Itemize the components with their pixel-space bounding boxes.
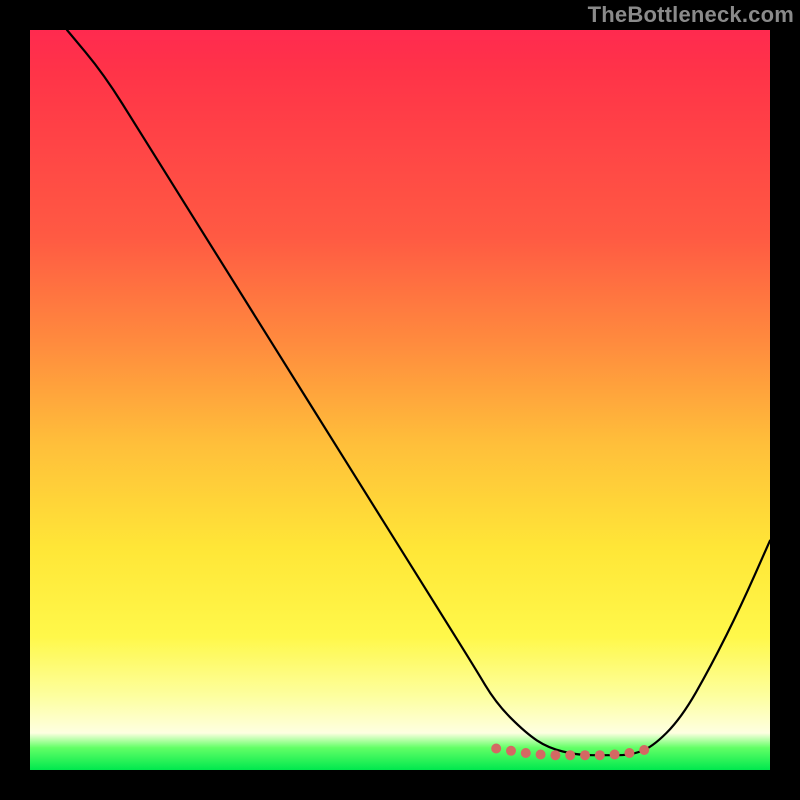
optimal-dot	[550, 750, 560, 760]
optimal-dot	[580, 750, 590, 760]
bottleneck-curve-line	[67, 30, 770, 755]
optimal-dot	[565, 750, 575, 760]
optimal-dot	[595, 750, 605, 760]
optimal-dot	[536, 750, 546, 760]
optimal-dot	[506, 746, 516, 756]
optimal-range-dots	[491, 744, 649, 761]
watermark-text: TheBottleneck.com	[588, 2, 794, 28]
optimal-dot	[521, 748, 531, 758]
chart-container: TheBottleneck.com	[0, 0, 800, 800]
optimal-dot	[624, 748, 634, 758]
optimal-dot	[610, 750, 620, 760]
curve-svg	[30, 30, 770, 770]
optimal-dot	[491, 744, 501, 754]
optimal-dot	[639, 745, 649, 755]
plot-area	[30, 30, 770, 770]
